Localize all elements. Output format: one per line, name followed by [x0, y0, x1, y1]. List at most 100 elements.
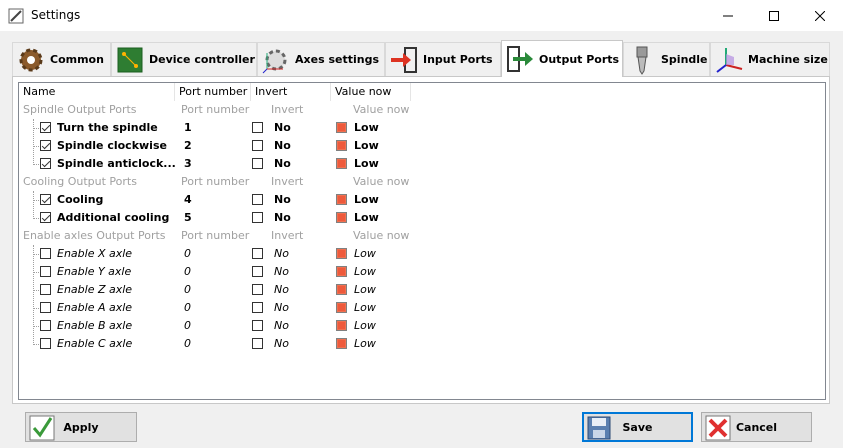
invert-value: No [274, 157, 291, 170]
tab-bar: Common Device controller Axes settings I… [12, 40, 832, 77]
invert-checkbox[interactable] [252, 158, 263, 169]
table-row[interactable]: Spindle clockwise 2 No Low [19, 137, 411, 155]
invert-value: No [274, 337, 289, 350]
enable-checkbox[interactable] [40, 122, 51, 133]
port-number[interactable]: 0 [184, 245, 244, 263]
enable-checkbox[interactable] [40, 320, 51, 331]
invert-value: No [274, 121, 291, 134]
port-name: Turn the spindle [57, 121, 158, 134]
invert-checkbox[interactable] [252, 266, 263, 277]
group-row-spindle[interactable]: Spindle Output Ports Port number Invert … [19, 101, 411, 119]
enable-checkbox[interactable] [40, 338, 51, 349]
table-row[interactable]: Enable Z axle 0 No Low [19, 281, 411, 299]
tab-label: Axes settings [295, 53, 379, 66]
table-row[interactable]: Enable X axle 0 No Low [19, 245, 411, 263]
table-row[interactable]: Spindle anticlock... 3 No Low [19, 155, 411, 173]
group-value-label: Value now [353, 175, 410, 188]
value-now: Low [354, 265, 376, 278]
invert-value: No [274, 247, 289, 260]
table-row[interactable]: Enable C axle 0 No Low [19, 335, 411, 353]
column-header-name[interactable]: Name [19, 83, 175, 101]
invert-checkbox[interactable] [252, 320, 263, 331]
value-now: Low [354, 211, 379, 224]
port-number[interactable]: 0 [184, 281, 244, 299]
invert-checkbox[interactable] [252, 284, 263, 295]
port-number[interactable]: 0 [184, 335, 244, 353]
column-header-invert[interactable]: Invert [251, 83, 331, 101]
port-number[interactable]: 5 [184, 209, 244, 227]
tab-axes-settings[interactable]: Axes settings [257, 42, 385, 76]
column-header-value[interactable]: Value now [331, 83, 411, 101]
minimize-icon [723, 15, 733, 16]
tab-device-controller[interactable]: Device controller [111, 42, 257, 76]
invert-checkbox[interactable] [252, 122, 263, 133]
enable-checkbox[interactable] [40, 248, 51, 259]
spindle-icon [636, 46, 648, 75]
invert-checkbox[interactable] [252, 338, 263, 349]
output-arrow-icon [507, 46, 533, 72]
maximize-button[interactable] [751, 0, 797, 31]
enable-checkbox[interactable] [40, 194, 51, 205]
table-row[interactable]: Turn the spindle 1 No Low [19, 119, 411, 137]
tab-common[interactable]: Common [12, 42, 111, 76]
table-row[interactable]: Additional cooling 5 No Low [19, 209, 411, 227]
port-number[interactable]: 4 [184, 191, 244, 209]
minimize-button[interactable] [705, 0, 751, 31]
tab-label: Spindle [661, 53, 708, 66]
table-row[interactable]: Cooling 4 No Low [19, 191, 411, 209]
close-icon [815, 10, 825, 21]
invert-checkbox[interactable] [252, 212, 263, 223]
axes-gear-icon [262, 49, 287, 73]
cancel-button[interactable]: Cancel [701, 412, 812, 442]
invert-checkbox[interactable] [252, 302, 263, 313]
enable-checkbox[interactable] [40, 212, 51, 223]
group-port-label: Port number [181, 229, 250, 242]
invert-value: No [274, 283, 289, 296]
tab-machine-size[interactable]: Machine size [710, 42, 830, 76]
close-button[interactable] [797, 0, 843, 31]
value-now: Low [354, 319, 376, 332]
table-row[interactable]: Enable Y axle 0 No Low [19, 263, 411, 281]
save-button[interactable]: Save [582, 412, 693, 442]
port-name: Enable Z axle [57, 283, 133, 296]
value-now: Low [354, 283, 376, 296]
enable-checkbox[interactable] [40, 302, 51, 313]
enable-checkbox[interactable] [40, 284, 51, 295]
tab-output-ports[interactable]: Output Ports [501, 40, 623, 77]
port-number[interactable]: 0 [184, 317, 244, 335]
tab-spindle[interactable]: Spindle [623, 42, 710, 76]
group-value-label: Value now [353, 229, 410, 242]
output-ports-table[interactable]: Name Port number Invert Value now Spindl… [18, 82, 826, 400]
tab-input-ports[interactable]: Input Ports [385, 42, 501, 76]
group-name: Enable axles Output Ports [23, 229, 166, 242]
port-name: Enable X axle [57, 247, 133, 260]
invert-value: No [274, 139, 291, 152]
value-indicator [336, 194, 347, 205]
tab-label: Input Ports [423, 53, 493, 66]
value-now: Low [354, 121, 379, 134]
value-indicator [336, 338, 347, 349]
port-number[interactable]: 0 [184, 263, 244, 281]
group-row-enable-axles[interactable]: Enable axles Output Ports Port number In… [19, 227, 411, 245]
port-number[interactable]: 0 [184, 299, 244, 317]
port-number[interactable]: 3 [184, 155, 244, 173]
gear-icon [19, 48, 43, 71]
table-row[interactable]: Enable A axle 0 No Low [19, 299, 411, 317]
enable-checkbox[interactable] [40, 140, 51, 151]
enable-checkbox[interactable] [40, 158, 51, 169]
port-number[interactable]: 2 [184, 137, 244, 155]
port-name: Additional cooling [57, 211, 170, 224]
table-row[interactable]: Enable B axle 0 No Low [19, 317, 411, 335]
invert-checkbox[interactable] [252, 194, 263, 205]
column-header-port[interactable]: Port number [175, 83, 251, 101]
group-row-cooling[interactable]: Cooling Output Ports Port number Invert … [19, 173, 411, 191]
tab-label: Machine size [748, 53, 828, 66]
apply-button[interactable]: Apply [25, 412, 137, 442]
invert-checkbox[interactable] [252, 248, 263, 259]
port-number[interactable]: 1 [184, 119, 244, 137]
group-port-label: Port number [181, 175, 250, 188]
invert-checkbox[interactable] [252, 140, 263, 151]
tab-label: Output Ports [539, 52, 620, 66]
port-name: Spindle anticlock... [57, 157, 175, 170]
enable-checkbox[interactable] [40, 266, 51, 277]
